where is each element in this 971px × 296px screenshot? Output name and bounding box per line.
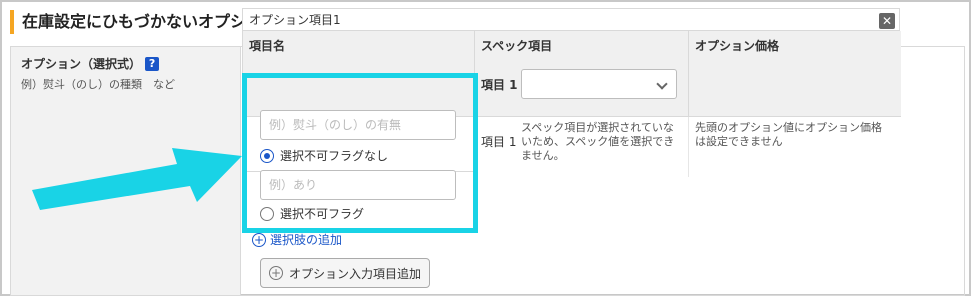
help-icon[interactable]: ? — [145, 56, 160, 71]
radio-no-disable-flag[interactable]: 選択不可フラグなし — [260, 147, 388, 164]
add-option-item-button[interactable]: + オプション入力項目追加 — [260, 258, 430, 288]
spec-item-select[interactable] — [521, 69, 677, 99]
choice-name-input-1[interactable]: 例）熨斗（のし）の有無 — [260, 110, 456, 140]
plus-circle-icon: + — [252, 232, 266, 247]
radio-unselected[interactable] — [260, 206, 274, 221]
column-header-name: 項目名 — [243, 31, 475, 117]
radio-disable-flag[interactable]: 選択不可フラグ — [260, 205, 364, 222]
price-note: 先頭のオプション値にオプション価格は設定できません — [695, 121, 882, 148]
radio-label-no-disable: 選択不可フラグなし — [280, 149, 389, 163]
radio-selected[interactable] — [260, 148, 274, 163]
add-option-item-label: オプション入力項目追加 — [288, 266, 421, 281]
column-header-spec: スペック項目 項目 1 — [475, 31, 689, 117]
spec-body-cell: 項目 1 スペック項目が選択されていないため、スペック値を選択できません。 — [475, 117, 689, 177]
spec-body-item-label: 項目 1 — [481, 135, 517, 149]
spec-item-label: 項目 1 — [481, 78, 518, 92]
choice-name-input-2[interactable]: 例）あり — [260, 170, 456, 200]
chevron-down-icon — [656, 78, 668, 90]
column-header-price: オプション価格 — [689, 31, 901, 117]
close-icon[interactable]: ✕ — [879, 13, 895, 29]
column-spec-label: スペック項目 — [481, 39, 553, 53]
plus-circle-icon: + — [268, 266, 283, 280]
add-choice-label: 選択肢の追加 — [270, 233, 343, 247]
price-body-cell: 先頭のオプション値にオプション価格は設定できません — [689, 117, 901, 177]
radio-label-disable: 選択不可フラグ — [280, 207, 365, 221]
spec-note: スペック項目が選択されていないため、スペック値を選択できません。 — [521, 121, 675, 162]
add-choice-link[interactable]: + 選択肢の追加 — [252, 231, 342, 248]
row-label-column: オプション（選択式） ? 例）熨斗（のし）の種類 など — [11, 47, 241, 295]
row-label: オプション（選択式） ? — [21, 55, 230, 72]
page-frame: 在庫設定にひもづかないオプション・スペック設定 オプション（選択式） ? 例）熨… — [0, 0, 971, 296]
option-item-name: オプション項目1 — [249, 13, 341, 27]
column-name-label: 項目名 — [249, 39, 286, 53]
row-example: 例）熨斗（のし）の種類 など — [21, 78, 175, 91]
row-label-text: オプション（選択式） — [21, 57, 142, 71]
column-price-label: オプション価格 — [695, 39, 780, 53]
option-item-header: オプション項目1 ✕ — [243, 9, 899, 31]
